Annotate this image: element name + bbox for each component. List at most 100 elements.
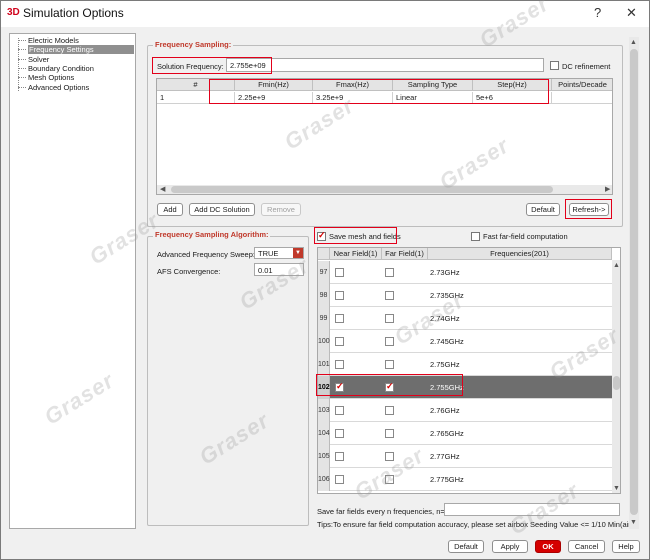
scroll-thumb[interactable]: [630, 49, 638, 515]
far-field-checkbox[interactable]: [385, 452, 394, 461]
footer-default-button[interactable]: Default: [448, 540, 484, 553]
scroll-down-icon[interactable]: ▼: [613, 485, 620, 492]
tree-item-frequency-settings[interactable]: Frequency Settings: [28, 45, 134, 54]
help-button[interactable]: Help: [612, 540, 640, 553]
page-scrollbar[interactable]: ▲ ▼: [629, 37, 639, 529]
frequency-value: 2.765GHz: [430, 429, 464, 438]
tree-branch: [18, 40, 26, 41]
near-field-checkbox[interactable]: [335, 429, 344, 438]
tree-item-mesh-options[interactable]: Mesh Options: [28, 73, 74, 82]
far-field-checkbox[interactable]: [385, 337, 394, 346]
tree-item-electric-models[interactable]: Electric Models: [28, 36, 79, 45]
every-n-label: Save far fields every n frequencies, n=: [317, 507, 445, 516]
afs-convergence-input[interactable]: 0.01: [254, 263, 304, 276]
fast-far-field-label: Fast far-field computation: [483, 232, 568, 241]
tree-branch: [18, 49, 26, 50]
tree-branch: [18, 68, 26, 69]
sampling-algorithm-group: [147, 236, 309, 526]
near-field-checkbox[interactable]: [335, 475, 344, 484]
fast-far-field-checkbox[interactable]: [471, 232, 480, 241]
scroll-left-icon[interactable]: ◀: [160, 185, 165, 193]
tree-item-advanced-options[interactable]: Advanced Options: [28, 83, 89, 92]
tree-item-solver[interactable]: Solver: [28, 55, 49, 64]
far-field-checkbox[interactable]: [385, 268, 394, 277]
frequency-value: 2.74GHz: [430, 314, 460, 323]
highlight-box: [209, 79, 549, 104]
advanced-sweep-label: Advanced Frequency Sweep:: [157, 250, 255, 259]
table-row[interactable]: 104 2.765GHz: [318, 422, 612, 445]
scroll-thumb[interactable]: [613, 376, 620, 390]
cancel-button[interactable]: Cancel: [568, 540, 605, 553]
near-field-checkbox[interactable]: [335, 406, 344, 415]
chevron-down-icon[interactable]: ▼: [293, 248, 303, 258]
table-row[interactable]: 106 2.775GHz: [318, 468, 612, 491]
table-row[interactable]: 100 2.745GHz: [318, 330, 612, 353]
column-header-near-field: Near Field(1): [330, 248, 382, 260]
dc-refinement-checkbox[interactable]: [550, 61, 559, 70]
table-row[interactable]: 103 2.76GHz: [318, 399, 612, 422]
table-row[interactable]: 101 2.75GHz: [318, 353, 612, 376]
scroll-up-icon[interactable]: ▲: [613, 262, 620, 269]
highlight-box: [565, 199, 612, 219]
frequency-value: 2.77GHz: [430, 452, 460, 461]
near-field-checkbox[interactable]: [335, 291, 344, 300]
near-field-checkbox[interactable]: [335, 337, 344, 346]
row-index: 99: [318, 307, 330, 330]
advanced-sweep-value: TRUE: [258, 249, 279, 258]
add-button[interactable]: Add: [157, 203, 183, 216]
tips-text: Tips:To ensure far field computation acc…: [317, 520, 631, 529]
corner-header: [318, 248, 330, 260]
dc-refinement-label: DC refinement: [562, 62, 611, 71]
app-logo-icon: 3D: [7, 7, 20, 18]
table-row[interactable]: 99 2.74GHz: [318, 307, 612, 330]
title-bar: 3D Simulation Options ? ✕: [1, 1, 649, 27]
table-row[interactable]: 97 2.73GHz: [318, 261, 612, 284]
sampling-algorithm-title: Frequency Sampling Algorithm:: [153, 230, 271, 239]
window-title: Simulation Options: [23, 6, 124, 20]
field-frequency-table: Near Field(1) Far Field(1) Frequencies(2…: [317, 247, 621, 494]
tree-connector: [18, 38, 19, 91]
far-field-checkbox[interactable]: [385, 406, 394, 415]
tree-item-boundary-condition[interactable]: Boundary Condition: [28, 64, 94, 73]
far-field-checkbox[interactable]: [385, 360, 394, 369]
scroll-right-icon[interactable]: ▶: [605, 185, 610, 193]
near-field-checkbox[interactable]: [335, 268, 344, 277]
table-row[interactable]: 105 2.77GHz: [318, 445, 612, 468]
table-cell[interactable]: [552, 92, 612, 104]
advanced-sweep-select[interactable]: TRUE ▼: [254, 247, 304, 259]
frequency-value: 2.75GHz: [430, 360, 460, 369]
near-field-checkbox[interactable]: [335, 314, 344, 323]
horizontal-scrollbar[interactable]: ◀ ▶: [157, 185, 612, 194]
tree-branch: [18, 77, 26, 78]
row-index: 106: [318, 468, 330, 491]
solution-frequency-input[interactable]: 2.755e+09: [226, 58, 544, 72]
row-index: 100: [318, 330, 330, 353]
apply-button[interactable]: Apply: [492, 540, 528, 553]
column-header-points-decade: Points/Decade: [552, 79, 612, 91]
frequency-value: 2.76GHz: [430, 406, 460, 415]
far-field-checkbox[interactable]: [385, 429, 394, 438]
every-n-input[interactable]: [444, 503, 620, 516]
ok-button[interactable]: OK: [535, 540, 561, 553]
scroll-up-icon[interactable]: ▲: [630, 39, 637, 46]
far-field-checkbox[interactable]: [385, 291, 394, 300]
scroll-thumb[interactable]: [171, 186, 553, 193]
row-index: 97: [318, 261, 330, 284]
row-index: 105: [318, 445, 330, 468]
table-row[interactable]: 98 2.735GHz: [318, 284, 612, 307]
help-icon[interactable]: ?: [594, 5, 601, 20]
close-icon[interactable]: ✕: [626, 5, 637, 21]
near-field-checkbox[interactable]: [335, 452, 344, 461]
remove-button[interactable]: Remove: [261, 203, 301, 216]
default-button[interactable]: Default: [526, 203, 560, 216]
afs-convergence-label: AFS Convergence:: [157, 267, 221, 276]
simulation-options-dialog: 3D Simulation Options ? ✕ Electric Model…: [0, 0, 650, 560]
add-dc-solution-button[interactable]: Add DC Solution: [189, 203, 255, 216]
frequency-value: 2.745GHz: [430, 337, 464, 346]
scroll-down-icon[interactable]: ▼: [630, 519, 637, 526]
far-field-checkbox[interactable]: [385, 314, 394, 323]
near-field-checkbox[interactable]: [335, 360, 344, 369]
vertical-scrollbar[interactable]: ▲ ▼: [612, 260, 620, 493]
row-index: 103: [318, 399, 330, 422]
far-field-checkbox[interactable]: [385, 475, 394, 484]
